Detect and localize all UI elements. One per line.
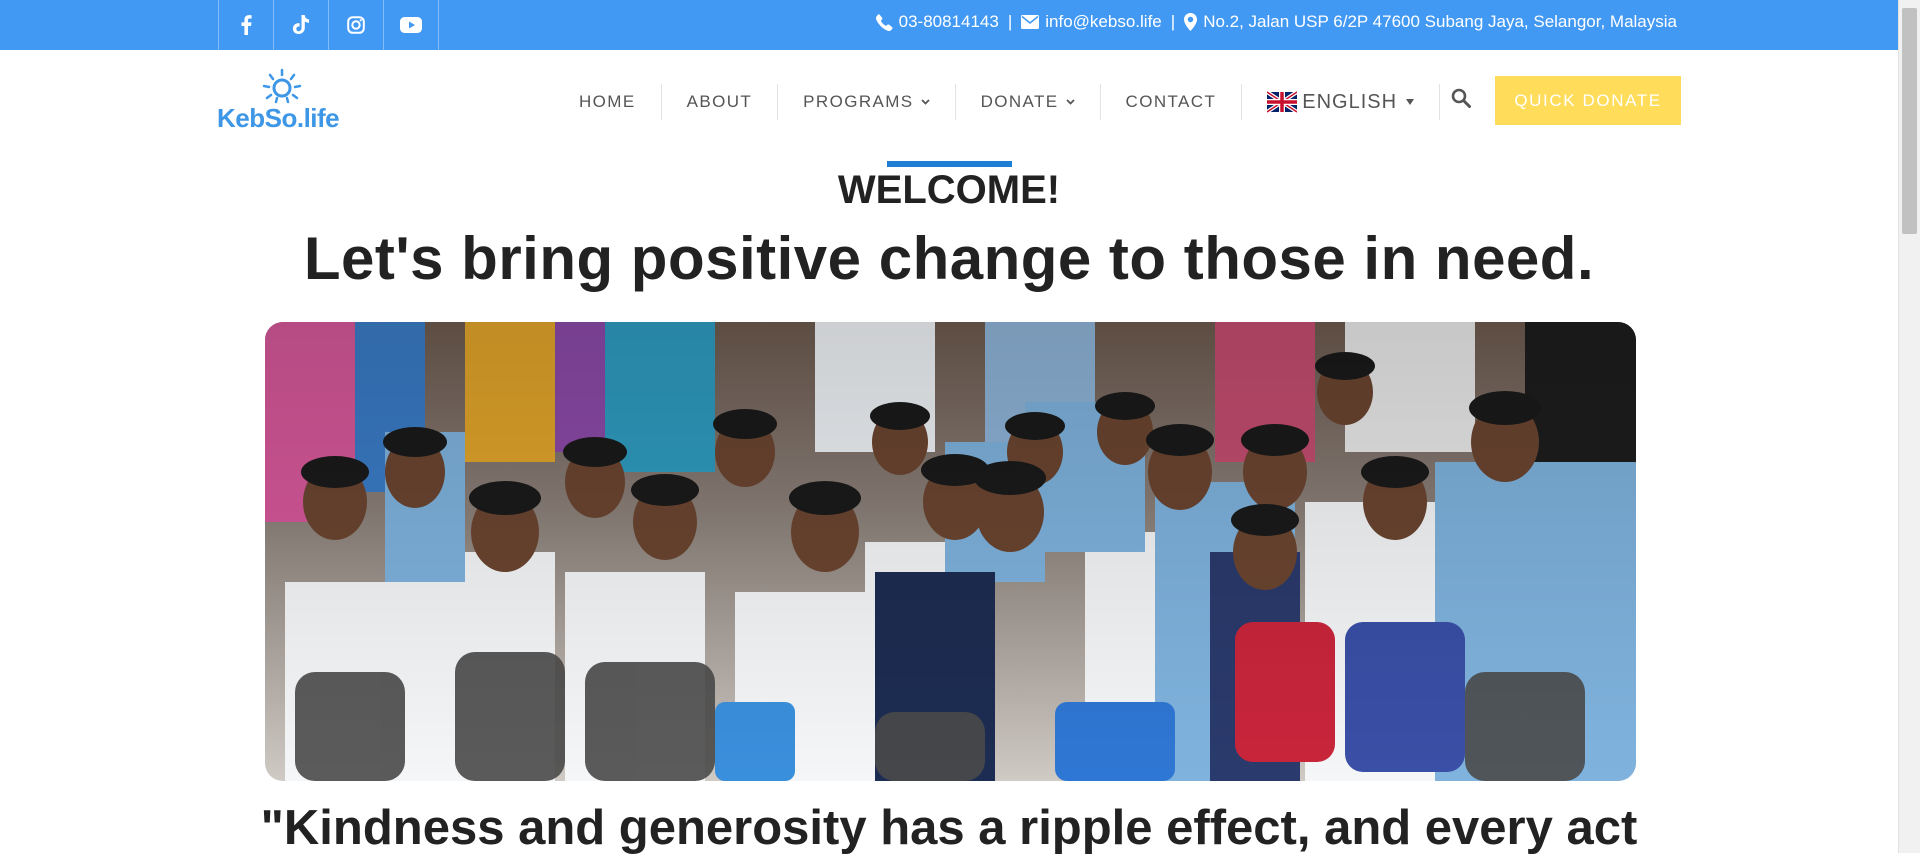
separator: | <box>1007 12 1013 31</box>
nav-home[interactable]: HOME <box>554 84 661 120</box>
page-scrollbar[interactable] <box>1898 0 1920 853</box>
facebook-link[interactable] <box>219 0 274 50</box>
nav-donate[interactable]: DONATE <box>956 84 1100 120</box>
instagram-icon <box>347 16 365 34</box>
separator: | <box>1170 12 1176 31</box>
nav-contact[interactable]: CONTACT <box>1101 84 1242 120</box>
search-icon <box>1451 88 1471 108</box>
language-label: ENGLISH <box>1302 90 1398 113</box>
language-selector[interactable]: ENGLISH <box>1242 84 1439 120</box>
email-link[interactable]: info@kebso.life <box>1045 12 1162 32</box>
youtube-link[interactable] <box>384 0 439 50</box>
logo-text: KebSo.life <box>217 103 340 133</box>
hero-headline: Let's bring positive change to those in … <box>303 225 1595 292</box>
nav-donate-label: DONATE <box>980 92 1059 111</box>
chevron-down-icon <box>920 97 930 108</box>
tiktok-link[interactable] <box>274 0 329 50</box>
uk-flag-icon <box>1267 91 1298 113</box>
contact-info: 03-80814143 | info@kebso.life | No.2, Ja… <box>875 0 1677 44</box>
site-logo[interactable]: KebSo.life <box>217 68 349 136</box>
hero-photo <box>265 322 1636 781</box>
children-group-photo <box>265 322 1636 781</box>
heading-accent-line <box>887 161 1012 167</box>
instagram-link[interactable] <box>329 0 384 50</box>
chevron-down-icon <box>1065 97 1075 108</box>
tiktok-icon <box>292 15 309 35</box>
search-button[interactable] <box>1451 88 1473 112</box>
caret-down-icon <box>1406 96 1415 108</box>
nav-divider <box>1439 84 1441 120</box>
top-contact-bar: 03-80814143 | info@kebso.life | No.2, Ja… <box>0 0 1898 50</box>
quick-donate-button[interactable]: QUICK DONATE <box>1495 76 1681 125</box>
nav-about[interactable]: ABOUT <box>662 84 778 120</box>
nav-programs-label: PROGRAMS <box>803 92 914 111</box>
phone-icon <box>875 13 893 31</box>
facebook-icon <box>241 15 252 35</box>
scrollbar-thumb[interactable] <box>1902 8 1917 234</box>
envelope-icon <box>1021 15 1040 29</box>
map-pin-icon <box>1184 13 1198 31</box>
welcome-heading: WELCOME! <box>837 168 1061 212</box>
address-text: No.2, Jalan USP 6/2P 47600 Subang Jaya, … <box>1203 12 1677 31</box>
youtube-icon <box>400 17 422 33</box>
sun-logo-icon <box>262 68 302 104</box>
social-links <box>218 0 439 50</box>
hero-quote: "Kindness and generosity has a ripple ef… <box>260 801 1638 855</box>
phone-number[interactable]: 03-80814143 <box>899 12 999 32</box>
main-nav: HOME ABOUT PROGRAMS DONATE CONTACT ENGLI… <box>554 82 1441 122</box>
nav-programs[interactable]: PROGRAMS <box>778 84 954 120</box>
